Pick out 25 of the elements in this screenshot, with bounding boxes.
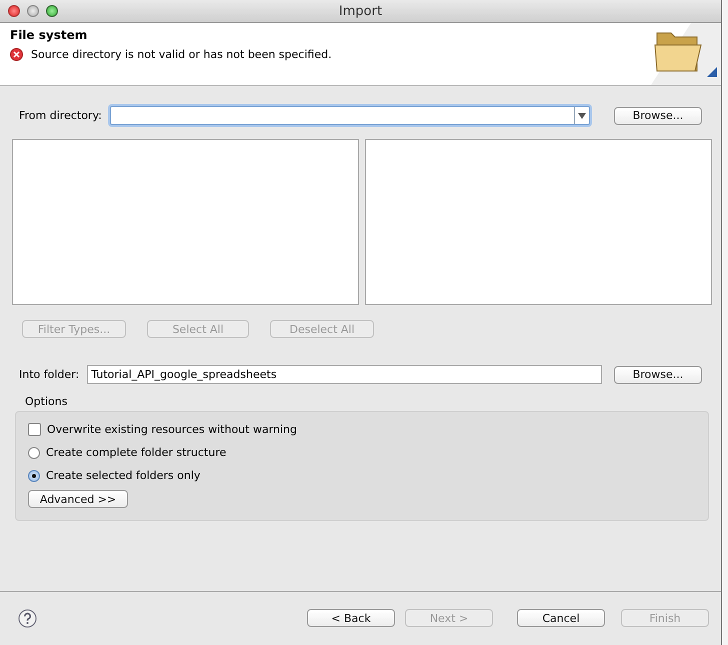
browse-button[interactable]: Browse... — [614, 106, 702, 124]
zoom-button[interactable] — [46, 5, 58, 17]
error-icon — [10, 48, 23, 61]
caret-icon — [578, 112, 586, 118]
minimize-button[interactable] — [27, 5, 39, 17]
directory-combo-box[interactable] — [110, 106, 590, 125]
field-label: From directory: — [19, 109, 102, 122]
radio-button[interactable] — [28, 470, 40, 482]
advanced-button[interactable]: Advanced >> — [28, 490, 128, 508]
window-title: Import — [338, 4, 382, 18]
wizard-button[interactable]: < Back — [307, 609, 395, 627]
checkbox[interactable] — [28, 423, 41, 436]
page-title: File system — [10, 28, 88, 42]
field-label: Into folder: — [19, 368, 80, 381]
radio-button[interactable] — [28, 446, 40, 458]
option-label: Create complete folder structure — [46, 446, 226, 459]
close-button[interactable] — [8, 5, 20, 17]
option-label: Create selected folders only — [46, 469, 200, 482]
folder-input-field[interactable]: Tutorial_API_google_spreadsheets — [87, 365, 602, 384]
option-label: Overwrite existing resources without warning — [47, 423, 298, 436]
wizard-button[interactable]: Cancel — [517, 609, 605, 627]
error-message: Source directory is not valid or has not been specified. — [31, 48, 332, 61]
browse-button[interactable]: Browse... — [614, 366, 702, 384]
group-title: Options — [24, 394, 68, 408]
help-icon[interactable] — [18, 608, 37, 628]
